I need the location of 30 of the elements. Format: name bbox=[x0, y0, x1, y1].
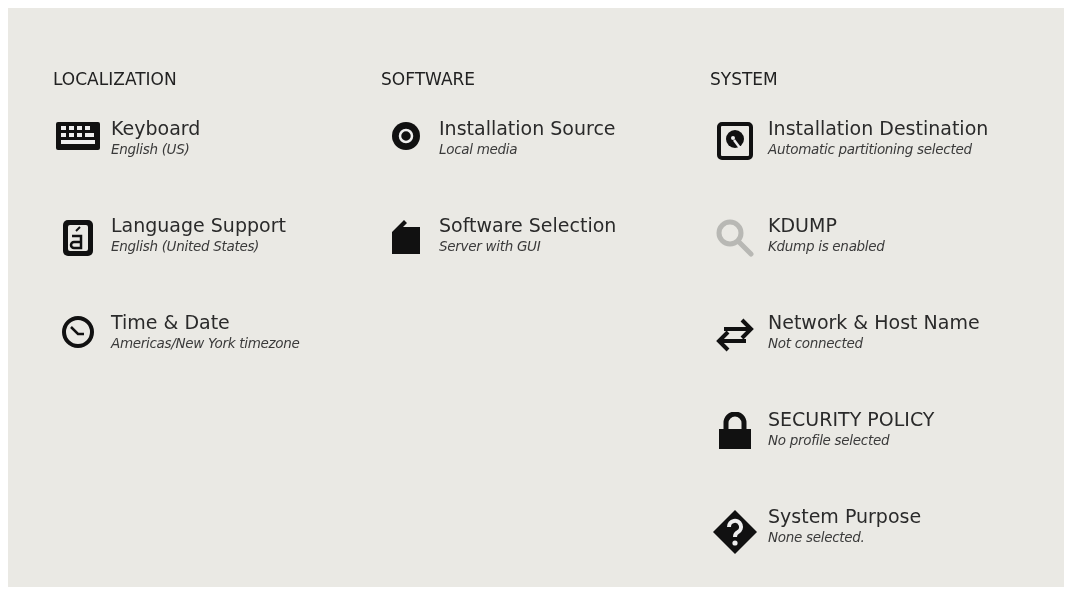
item-status: Kdump is enabled bbox=[768, 237, 885, 255]
item-title[interactable]: Installation Source bbox=[439, 117, 616, 140]
item-title[interactable]: System Purpose bbox=[768, 505, 922, 528]
item-status: Local media bbox=[439, 140, 519, 158]
item-status: English (US) bbox=[111, 140, 191, 158]
item-status: English (United States) bbox=[111, 237, 261, 255]
keyboard-icon[interactable] bbox=[55, 121, 101, 151]
item-status: Server with GUI bbox=[439, 237, 542, 255]
item-status: No profile selected bbox=[768, 431, 891, 449]
lock-icon[interactable] bbox=[717, 412, 753, 450]
item-title[interactable]: Installation Destination bbox=[768, 117, 989, 140]
section-heading: SOFTWARE bbox=[381, 68, 477, 90]
item-status: Not connected bbox=[768, 334, 864, 352]
package-icon[interactable] bbox=[391, 218, 421, 254]
section-heading: LOCALIZATION bbox=[53, 68, 178, 90]
item-title[interactable]: KDUMP bbox=[768, 214, 885, 237]
item-title[interactable]: Time & Date bbox=[111, 311, 300, 334]
item-title[interactable]: Language Support bbox=[111, 214, 286, 237]
item-status: Automatic partitioning selected bbox=[768, 140, 973, 158]
item-title[interactable]: SECURITY POLICY bbox=[768, 408, 935, 431]
clock-icon[interactable] bbox=[61, 315, 95, 349]
section-heading: SYSTEM bbox=[710, 68, 779, 90]
language-icon[interactable] bbox=[61, 218, 95, 258]
item-status: None selected. bbox=[768, 528, 866, 546]
item-status: Americas/New York timezone bbox=[111, 334, 300, 352]
disc-icon[interactable] bbox=[391, 121, 421, 151]
item-title[interactable]: Network & Host Name bbox=[768, 311, 980, 334]
item-title[interactable]: Software Selection bbox=[439, 214, 617, 237]
question-icon[interactable] bbox=[712, 509, 758, 555]
item-title[interactable]: Keyboard bbox=[111, 117, 201, 140]
